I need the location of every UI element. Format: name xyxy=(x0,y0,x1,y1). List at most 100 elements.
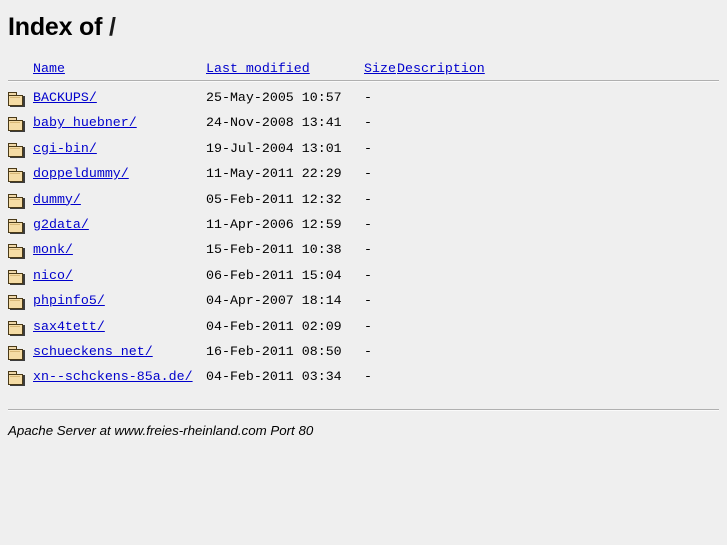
directory-link[interactable]: doppeldummy/ xyxy=(33,167,129,180)
row-size-cell: - xyxy=(364,267,372,283)
sort-by-last-modified-link[interactable]: Last modified xyxy=(206,61,310,76)
row-icon-cell xyxy=(8,193,33,218)
directory-link[interactable]: baby_huebner/ xyxy=(33,116,137,129)
row-size-cell: - xyxy=(364,242,372,258)
row-last-modified-cell: 19-Jul-2004 13:01 xyxy=(206,140,342,156)
row-size-cell: - xyxy=(364,140,372,156)
row-description-cell xyxy=(397,116,719,141)
row-last-modified-cell: 06-Feb-2011 15:04 xyxy=(206,267,342,283)
row-last-modified-cell: 04-Apr-2007 18:14 xyxy=(206,293,342,309)
column-header-last-modified[interactable]: Last modified xyxy=(206,62,364,80)
row-name-cell: nico/ xyxy=(33,269,206,294)
table-row: doppeldummy/11-May-2011 22:29 - xyxy=(8,167,719,192)
table-header-row: Name Last modified Size Description xyxy=(8,62,719,80)
table-row: phpinfo5/04-Apr-2007 18:14 - xyxy=(8,294,719,319)
row-description-cell xyxy=(397,345,719,370)
row-name-cell: schueckens_net/ xyxy=(33,345,206,370)
row-name-cell: BACKUPS/ xyxy=(33,82,206,116)
directory-link[interactable]: nico/ xyxy=(33,269,73,282)
table-row: nico/06-Feb-2011 15:04 - xyxy=(8,267,719,294)
directory-link[interactable]: phpinfo5/ xyxy=(33,294,105,307)
row-description-cell xyxy=(397,193,719,218)
folder-icon xyxy=(8,218,25,234)
table-row: g2data/11-Apr-2006 12:59 - xyxy=(8,218,719,243)
row-size-cell: - xyxy=(364,318,372,334)
row-size-cell: - xyxy=(364,166,372,182)
row-size-cell: - xyxy=(364,90,372,105)
sort-by-description-link[interactable]: Description xyxy=(397,61,485,76)
row-size-cell: - xyxy=(364,216,372,232)
row-name-cell: cgi-bin/ xyxy=(33,142,206,167)
table-row: xn--schckens-85a.de/04-Feb-2011 03:34 - xyxy=(8,370,719,395)
directory-link[interactable]: xn--schckens-85a.de/ xyxy=(33,370,193,383)
folder-icon xyxy=(8,117,25,133)
row-icon-cell xyxy=(8,370,33,395)
row-size-cell: - xyxy=(364,369,372,385)
row-name-cell: xn--schckens-85a.de/ xyxy=(33,370,206,395)
row-size-cell: - xyxy=(364,343,372,359)
column-header-description[interactable]: Description xyxy=(397,62,719,80)
folder-icon xyxy=(8,244,25,260)
directory-link[interactable]: dummy/ xyxy=(33,192,81,205)
row-last-modified-cell: 11-May-2011 22:29 xyxy=(206,166,342,182)
page-title-text: Index of xyxy=(8,13,103,41)
server-signature: Apache Server at www.freies-rheinland.co… xyxy=(8,423,314,438)
row-description-cell xyxy=(397,269,719,294)
index-table: Name Last modified Size Description BACK… xyxy=(8,62,719,396)
folder-icon xyxy=(8,92,25,107)
table-row: cgi-bin/19-Jul-2004 13:01 - xyxy=(8,142,719,167)
row-icon-cell xyxy=(8,320,33,345)
row-size-cell: - xyxy=(364,293,372,309)
row-description-cell xyxy=(397,218,719,243)
directory-link[interactable]: BACKUPS/ xyxy=(33,91,97,104)
row-name-cell: sax4tett/ xyxy=(33,319,206,345)
directory-link[interactable]: monk/ xyxy=(33,243,73,256)
directory-link[interactable]: schueckens_net/ xyxy=(33,345,153,358)
row-size-cell: - xyxy=(364,191,372,207)
column-header-size[interactable]: Size xyxy=(364,62,397,80)
row-description-cell xyxy=(397,82,719,116)
table-body: BACKUPS/25-May-2005 10:57- baby_huebner/2… xyxy=(8,82,719,396)
row-description-cell xyxy=(397,167,719,192)
row-icon-cell xyxy=(8,345,33,370)
row-name-cell: dummy/ xyxy=(33,192,206,218)
row-icon-cell xyxy=(8,218,33,243)
folder-icon xyxy=(8,142,25,158)
column-header-name[interactable]: Name xyxy=(33,62,206,80)
table-row: dummy/05-Feb-2011 12:32 - xyxy=(8,191,719,218)
row-last-modified-cell: 25-May-2005 10:57 xyxy=(206,90,342,105)
table-row: sax4tett/04-Feb-2011 02:09 - xyxy=(8,318,719,345)
folder-icon xyxy=(8,371,25,387)
row-name-cell: g2data/ xyxy=(33,218,206,243)
directory-link[interactable]: cgi-bin/ xyxy=(33,142,97,155)
page-title-path: / xyxy=(109,13,116,41)
row-description-cell xyxy=(397,320,719,345)
table-row: schueckens_net/16-Feb-2011 08:50 - xyxy=(8,345,719,370)
row-icon-cell xyxy=(8,167,33,192)
row-icon-cell xyxy=(8,269,33,294)
folder-icon xyxy=(8,295,25,311)
sort-by-size-link[interactable]: Size xyxy=(364,61,396,76)
row-name-cell: doppeldummy/ xyxy=(33,167,206,192)
folder-icon xyxy=(8,345,25,361)
row-last-modified-cell: 15-Feb-2011 10:38 xyxy=(206,242,342,258)
folder-icon xyxy=(8,320,25,336)
row-description-cell xyxy=(397,370,719,395)
table-row: monk/15-Feb-2011 10:38 - xyxy=(8,243,719,268)
row-icon-cell xyxy=(8,142,33,167)
table-row: BACKUPS/25-May-2005 10:57 - xyxy=(8,82,719,116)
row-last-modified-cell: 04-Feb-2011 02:09 xyxy=(206,318,342,334)
row-icon-cell xyxy=(8,243,33,268)
row-size-cell: - xyxy=(364,115,372,131)
row-name-cell: monk/ xyxy=(33,243,206,268)
directory-listing: Name Last modified Size Description BACK… xyxy=(8,62,719,396)
row-description-cell xyxy=(397,294,719,319)
directory-link[interactable]: g2data/ xyxy=(33,218,89,231)
row-description-cell xyxy=(397,142,719,167)
table-row: baby_huebner/24-Nov-2008 13:41 - xyxy=(8,116,719,141)
sort-by-name-link[interactable]: Name xyxy=(33,61,65,76)
directory-link[interactable]: sax4tett/ xyxy=(33,319,105,332)
column-header-icon xyxy=(8,62,33,80)
directory-index-page: Index of / Name Last modified Size Descr… xyxy=(0,0,727,545)
row-icon-cell xyxy=(8,82,33,116)
